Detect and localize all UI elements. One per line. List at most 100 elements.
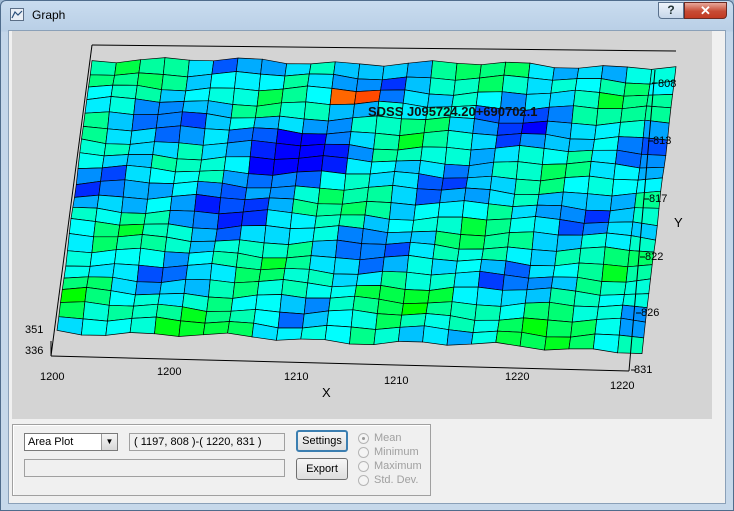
radio-std-dev[interactable]: Std. Dev. <box>358 474 438 488</box>
surface-cell <box>82 301 110 322</box>
surface-cell <box>446 130 474 151</box>
surface-cell <box>390 185 418 206</box>
close-button[interactable]: ✕ <box>684 2 727 19</box>
surface-cell <box>571 105 599 126</box>
surface-cell <box>545 319 573 338</box>
surface-cell <box>268 185 296 200</box>
surface-cell <box>301 118 329 135</box>
surface-cell <box>404 271 432 291</box>
surface-cell <box>585 193 613 212</box>
surface-cell <box>56 316 84 336</box>
radio-mean-indicator[interactable] <box>358 433 369 444</box>
z-tick-351: 351 <box>25 324 43 336</box>
plot-type-dropdown[interactable]: Area Plot ▼ <box>24 433 118 451</box>
surface-cell <box>497 317 524 333</box>
radio-maximum-indicator[interactable] <box>358 461 369 472</box>
surface-cell <box>576 65 604 79</box>
surface-cell <box>72 194 100 209</box>
y-tick-831: 831 <box>634 364 652 376</box>
radio-minimum[interactable]: Minimum <box>358 446 438 460</box>
export-button[interactable]: Export <box>296 458 348 480</box>
y-tick-822: 822 <box>645 251 663 263</box>
surface-cell <box>569 122 597 140</box>
surface-cell <box>228 309 256 324</box>
surface-cell <box>564 161 592 178</box>
surface-cell <box>208 279 235 299</box>
surface-cell <box>357 63 385 81</box>
surface-cell <box>548 89 576 108</box>
radio-mean[interactable]: Mean <box>358 432 438 446</box>
radio-minimum-indicator[interactable] <box>358 447 369 458</box>
surface-cell <box>161 74 188 92</box>
front-edge <box>50 355 630 372</box>
surface-cell <box>263 225 291 245</box>
surface-cell <box>192 210 220 230</box>
surface-cell <box>234 71 261 92</box>
surface-cell <box>260 257 288 271</box>
surface-cell <box>514 178 541 195</box>
surface-cell <box>202 128 230 146</box>
surface-cell <box>81 318 108 336</box>
radio-minimum-label: Minimum <box>374 446 419 458</box>
surface-cell <box>512 193 540 207</box>
surface-cell <box>578 246 606 265</box>
surface-cell <box>406 255 434 276</box>
surface-cell <box>329 88 357 106</box>
surface-cell <box>181 100 209 114</box>
surface-cell <box>646 94 673 109</box>
surface-cell <box>154 125 181 144</box>
surface-cell <box>260 58 288 77</box>
radio-std-dev-indicator[interactable] <box>358 475 369 486</box>
surface-cell <box>587 175 615 197</box>
radio-std-dev-label: Std. Dev. <box>374 474 419 486</box>
surface-cell <box>178 125 206 146</box>
surface-cell <box>295 170 322 189</box>
settings-button[interactable]: Settings <box>296 430 348 452</box>
surface-cell <box>249 139 277 160</box>
surface-cell <box>65 250 93 267</box>
surface-cell <box>162 57 190 78</box>
surface-cell <box>171 180 199 197</box>
surface-cell <box>105 128 133 145</box>
surface-cell <box>635 177 663 194</box>
surface-cell <box>547 301 575 323</box>
object-label: SDSS J095724.20+690702.1 <box>368 104 538 119</box>
range-display: ( 1197, 808 )-( 1220, 831 ) <box>129 433 285 451</box>
surface-cell <box>453 270 481 288</box>
radio-maximum[interactable]: Maximum <box>358 460 438 474</box>
chevron-down-icon[interactable]: ▼ <box>101 434 117 450</box>
surface-cell <box>281 85 308 104</box>
surface-cell <box>625 66 653 85</box>
title-bar[interactable]: Graph ? ✕ <box>1 1 733 31</box>
y-tick-817: 817 <box>649 193 667 205</box>
surface-cell <box>253 115 281 130</box>
surface-cell <box>531 231 559 252</box>
surface-cell <box>190 227 218 242</box>
surface-cell <box>218 197 246 215</box>
surface-cell <box>274 142 301 160</box>
surface-cell <box>67 233 94 254</box>
surface-cell <box>176 142 204 161</box>
surface-cell <box>159 89 187 103</box>
surface-cell <box>387 218 415 234</box>
surface-cell <box>620 105 647 123</box>
surface-cell <box>520 120 548 135</box>
surface-cell <box>508 216 536 233</box>
back-edge <box>91 44 677 52</box>
surface-cell <box>562 175 590 195</box>
surface-cell <box>232 87 260 107</box>
surface-cell <box>119 212 147 226</box>
surface-cell <box>121 196 148 214</box>
help-button[interactable]: ? <box>658 2 684 19</box>
surface-cell <box>421 130 449 148</box>
surface-cell <box>303 101 331 122</box>
surface-cell <box>256 279 284 296</box>
radio-mean-label: Mean <box>374 432 402 444</box>
area-plot: SDSS J095724.20+690702.1 X Y 1200 1210 1… <box>12 31 712 419</box>
surface-cell <box>406 60 434 79</box>
surface-cell <box>592 333 620 354</box>
x-tick-front-2: 1220 <box>505 371 529 383</box>
window-title: Graph <box>32 8 66 22</box>
surface-cell <box>98 179 126 198</box>
surface-cell <box>544 336 572 351</box>
